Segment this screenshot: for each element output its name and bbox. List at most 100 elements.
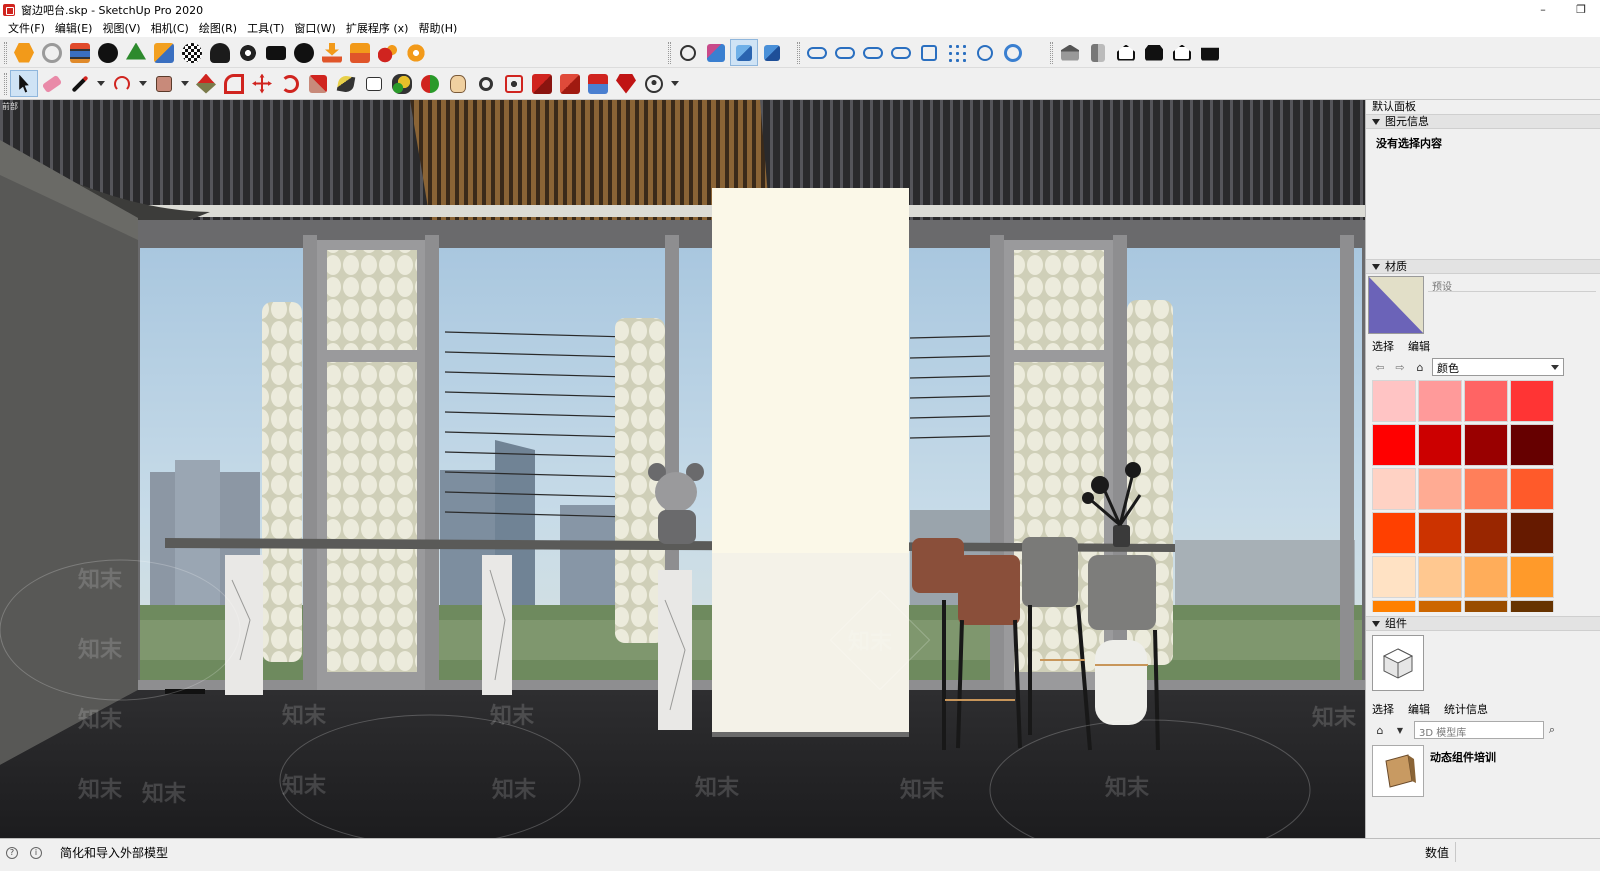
back-arrow-icon[interactable]: ⇦ (1372, 359, 1388, 375)
account-dropdown[interactable] (668, 70, 682, 97)
chevron-down-icon[interactable]: ▼ (1392, 722, 1408, 738)
material-swatch[interactable] (1464, 556, 1508, 598)
extension-warehouse-button[interactable] (556, 70, 584, 97)
gear-plugin-button[interactable] (402, 39, 430, 66)
line-tool-button[interactable] (66, 70, 94, 97)
restore-button[interactable]: ❐ (1562, 0, 1600, 19)
entity-info-header[interactable]: 图元信息 (1366, 114, 1600, 129)
material-swatch[interactable] (1418, 600, 1462, 612)
plugin-settings-button[interactable] (234, 39, 262, 66)
material-swatch[interactable] (1418, 424, 1462, 466)
view-top-button[interactable] (1084, 39, 1112, 66)
3d-viewport[interactable]: 前部 知末 知末 知末 知末 知末 知末 知末 知末 知末 知末 知末 知末 知… (0, 100, 1365, 838)
material-swatch[interactable] (1372, 512, 1416, 554)
scale-tool-button[interactable] (304, 70, 332, 97)
zoom-extents-button[interactable] (500, 70, 528, 97)
cloud-open-button[interactable] (859, 39, 887, 66)
paint-sprayer-button[interactable] (374, 39, 402, 66)
mail-button[interactable] (262, 39, 290, 66)
view-right-button[interactable] (1140, 39, 1168, 66)
info-button[interactable] (290, 39, 318, 66)
shape-tool-button[interactable] (150, 70, 178, 97)
material-swatch[interactable] (1372, 380, 1416, 422)
tape-measure-button[interactable] (332, 70, 360, 97)
shape-tool-dropdown[interactable] (178, 70, 192, 97)
components-tab-statistics[interactable]: 统计信息 (1444, 701, 1488, 717)
position-camera-button[interactable] (674, 39, 702, 66)
material-swatch[interactable] (1372, 424, 1416, 466)
material-swatch[interactable] (1510, 556, 1554, 598)
view-back-button[interactable] (1168, 39, 1196, 66)
menu-camera[interactable]: 相机(C) (146, 20, 194, 36)
add-button[interactable] (94, 39, 122, 66)
menu-edit[interactable]: 编辑(E) (50, 20, 98, 36)
rotate-tool-button[interactable] (276, 70, 304, 97)
zoom-tool-button[interactable] (472, 70, 500, 97)
material-swatch[interactable] (1372, 600, 1416, 612)
ruby-console-button[interactable] (612, 70, 640, 97)
current-material-swatch[interactable] (1368, 276, 1424, 334)
check-sync-button[interactable] (971, 39, 999, 66)
material-swatch[interactable] (1510, 600, 1554, 612)
pattern-tool-button[interactable] (178, 39, 206, 66)
layers-tool-button[interactable] (66, 39, 94, 66)
material-name-field[interactable]: 预设 (1428, 276, 1596, 293)
material-swatch[interactable] (1510, 512, 1554, 554)
view-front-button[interactable] (1112, 39, 1140, 66)
material-swatch[interactable] (1464, 512, 1508, 554)
material-swatch[interactable] (1418, 512, 1462, 554)
move-tool-button[interactable] (248, 70, 276, 97)
geo-location-icon[interactable]: ? (6, 847, 18, 859)
orbit-tool-button[interactable] (416, 70, 444, 97)
component-search-input[interactable]: 3D 模型库 (1414, 721, 1544, 739)
cloud-share-button[interactable] (831, 39, 859, 66)
material-swatch[interactable] (1418, 556, 1462, 598)
cloud-upload-button[interactable] (206, 39, 234, 66)
menu-file[interactable]: 文件(F) (3, 20, 50, 36)
roof-tool-button[interactable] (150, 39, 178, 66)
arc-tool-dropdown[interactable] (136, 70, 150, 97)
component-thumbnail[interactable] (1372, 635, 1424, 691)
offset-tool-button[interactable] (220, 70, 248, 97)
toolbar-grip[interactable] (1050, 41, 1053, 64)
toolbar-grip[interactable] (4, 41, 7, 64)
materials-tab-edit[interactable]: 编辑 (1408, 338, 1430, 354)
pan-tool-button[interactable] (444, 70, 472, 97)
menu-view[interactable]: 视图(V) (97, 20, 145, 36)
box-tool-button[interactable] (346, 39, 374, 66)
material-swatch[interactable] (1510, 380, 1554, 422)
material-swatch[interactable] (1464, 380, 1508, 422)
eraser-tool-button[interactable] (38, 70, 66, 97)
iso-view-button[interactable] (702, 39, 730, 66)
menu-extensions[interactable]: 扩展程序 (x) (341, 20, 414, 36)
arc-tool-button[interactable] (108, 70, 136, 97)
material-swatch[interactable] (1418, 380, 1462, 422)
chrome-button[interactable] (999, 39, 1027, 66)
material-swatch[interactable] (1372, 556, 1416, 598)
network-button[interactable] (943, 39, 971, 66)
expand-button[interactable] (915, 39, 943, 66)
material-library-select[interactable]: 颜色 (1432, 358, 1564, 376)
home-icon[interactable]: ⌂ (1372, 722, 1388, 738)
send-to-layout-button[interactable] (584, 70, 612, 97)
info-circle-icon[interactable]: i (30, 847, 42, 859)
minimize-button[interactable]: – (1524, 0, 1562, 19)
components-tab-select[interactable]: 选择 (1372, 701, 1394, 717)
push-pull-button[interactable] (192, 70, 220, 97)
text-tool-button[interactable] (360, 70, 388, 97)
components-header[interactable]: 组件 (1366, 616, 1600, 631)
material-swatch[interactable] (1372, 468, 1416, 510)
home-icon[interactable]: ⌂ (1412, 359, 1428, 375)
measurements-input[interactable] (1455, 842, 1600, 862)
warehouse-button[interactable] (528, 70, 556, 97)
material-swatch[interactable] (1510, 468, 1554, 510)
tree-tool-button[interactable] (122, 39, 150, 66)
paint-bucket-button[interactable] (388, 70, 416, 97)
perspective-view-button[interactable] (730, 39, 758, 66)
material-swatch[interactable] (1464, 424, 1508, 466)
account-button[interactable] (640, 70, 668, 97)
line-tool-dropdown[interactable] (94, 70, 108, 97)
toolbar-grip[interactable] (797, 41, 800, 64)
import-button[interactable] (318, 39, 346, 66)
refresh-tool-button[interactable] (38, 39, 66, 66)
